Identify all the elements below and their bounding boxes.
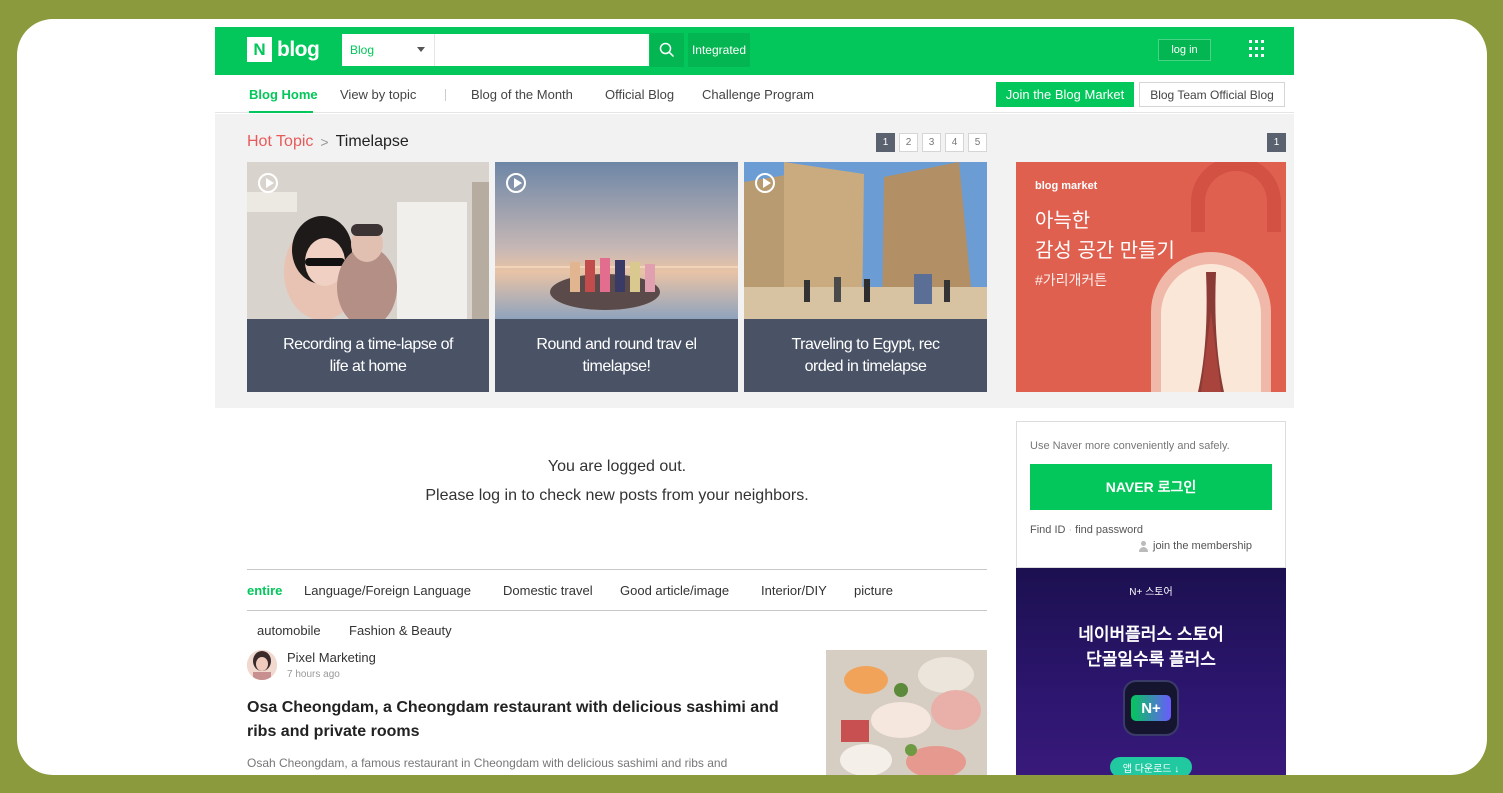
play-icon — [258, 173, 278, 193]
hot-topic-label[interactable]: Hot Topic — [247, 133, 313, 151]
logged-out-line-2: Please log in to check new posts from yo… — [425, 487, 809, 504]
browser-frame: N blog Blog Integrated log in Blog Home — [17, 19, 1487, 775]
ad-headline-2: 감성 공간 만들기 — [1035, 240, 1175, 262]
main-nav: Blog Home View by topic Blog of the Mont… — [215, 75, 1294, 113]
search-icon — [659, 42, 675, 58]
login-panel: Use Naver more conveniently and safely. … — [1016, 421, 1286, 568]
ad-brand-label: blog market — [1035, 180, 1098, 192]
blog-team-official-button[interactable]: Blog Team Official Blog — [1139, 82, 1285, 107]
category-domestic-travel[interactable]: Domestic travel — [503, 583, 593, 598]
avatar[interactable] — [247, 650, 277, 680]
logged-out-line-1: You are logged out. — [547, 458, 687, 475]
chevron-right-icon: > — [320, 134, 329, 150]
page-button-1[interactable]: 1 — [876, 133, 895, 152]
topic-card[interactable]: Recording a time-lapse of life at home — [247, 162, 489, 392]
chevron-down-icon — [417, 47, 425, 52]
store-app-icon: N+ — [1123, 680, 1179, 736]
separator-dot: · — [1068, 524, 1073, 536]
naver-plus-store-ad[interactable]: N+ 스토어 네이버플러스 스토어 단골일수록 플러스 N+ 앱 다운로드 ↓ — [1016, 568, 1286, 775]
join-membership-link[interactable]: join the membership — [1138, 540, 1252, 552]
hot-topic-pager: 1 2 3 4 5 — [876, 133, 987, 152]
nav-blog-of-month[interactable]: Blog of the Month — [471, 87, 573, 102]
store-headline-1: 네이버플러스 스토어 — [1078, 625, 1224, 644]
nav-view-by-topic[interactable]: View by topic — [340, 87, 416, 102]
play-icon — [506, 173, 526, 193]
hot-topic-name: Timelapse — [335, 133, 409, 150]
play-icon — [755, 173, 775, 193]
login-hint: Use Naver more conveniently and safely. — [1030, 440, 1230, 452]
logo-text: blog — [277, 37, 320, 61]
post-description[interactable]: Osah Cheongdam, a famous restaurant in C… — [247, 756, 792, 770]
category-entire[interactable]: entire — [247, 583, 282, 598]
topic-card[interactable]: Traveling to Egypt, rec orded in timelap… — [744, 162, 987, 392]
store-brand-label: N+ 스토어 — [1129, 587, 1173, 598]
naver-blog-logo[interactable]: N blog — [247, 37, 320, 62]
blog-market-ad[interactable]: blog market 아늑한 감성 공간 만들기 #가리개커튼 — [1016, 162, 1286, 392]
join-membership-label: join the membership — [1153, 540, 1253, 552]
sashimi-image — [826, 650, 987, 775]
nav-active-underline — [249, 111, 313, 113]
find-account-links: Find ID · find password — [1030, 524, 1143, 536]
category-automobile[interactable]: automobile — [257, 623, 321, 638]
category-fashion-beauty[interactable]: Fashion & Beauty — [349, 623, 452, 638]
page-button-3[interactable]: 3 — [922, 133, 941, 152]
nav-official-blog[interactable]: Official Blog — [605, 87, 674, 102]
search-box: Blog — [341, 33, 650, 67]
card-caption: Recording a time-lapse of life at home — [247, 319, 489, 392]
post-title[interactable]: Osa Cheongdam, a Cheongdam restaurant wi… — [247, 696, 792, 744]
category-good-article[interactable]: Good article/image — [620, 583, 729, 598]
search-input[interactable] — [436, 34, 646, 66]
card-caption: Round and round trav el timelapse! — [495, 319, 738, 392]
hot-topic-section: Hot Topic > Timelapse 1 2 3 4 5 1 Record… — [215, 114, 1294, 408]
login-button[interactable]: log in — [1158, 39, 1211, 61]
category-picture[interactable]: picture — [854, 583, 893, 598]
nav-challenge-program[interactable]: Challenge Program — [702, 87, 814, 102]
apps-grid-icon[interactable] — [1249, 40, 1267, 58]
post-thumbnail[interactable] — [826, 650, 987, 775]
avatar-image — [247, 650, 277, 680]
page-button-4[interactable]: 4 — [945, 133, 964, 152]
join-blog-market-button[interactable]: Join the Blog Market — [996, 82, 1134, 107]
store-headline-2: 단골일수록 플러스 — [1086, 650, 1216, 669]
app-download-button[interactable]: 앱 다운로드 ↓ — [1110, 757, 1192, 775]
topic-card[interactable]: Round and round trav el timelapse! — [495, 162, 738, 392]
search-scope-label: Blog — [350, 43, 375, 57]
category-language[interactable]: Language/Foreign Language — [304, 583, 471, 598]
logged-out-message: You are logged out. Please log in to che… — [247, 452, 987, 510]
nav-blog-home[interactable]: Blog Home — [249, 87, 318, 102]
blog-page: N blog Blog Integrated log in Blog Home — [215, 27, 1294, 775]
category-divider-top — [247, 569, 987, 570]
card-thumbnail — [744, 162, 987, 319]
integrated-search-button[interactable]: Integrated — [688, 33, 750, 67]
naver-login-button[interactable]: NAVER 로그인 — [1030, 464, 1272, 510]
nav-divider — [445, 89, 446, 101]
card-thumbnail — [247, 162, 489, 319]
page-button-5[interactable]: 5 — [968, 133, 987, 152]
category-interior-diy[interactable]: Interior/DIY — [761, 583, 827, 598]
person-icon — [1138, 540, 1149, 552]
post-time: 7 hours ago — [287, 669, 340, 680]
category-divider-bottom — [247, 610, 987, 611]
top-header: N blog Blog Integrated log in — [215, 27, 1294, 75]
search-button[interactable] — [650, 33, 684, 67]
ad-headline-1: 아늑한 — [1035, 210, 1091, 232]
card-thumbnail — [495, 162, 738, 319]
ad-page-indicator[interactable]: 1 — [1267, 133, 1286, 152]
ad-hashtag: #가리개커튼 — [1035, 272, 1108, 288]
hot-topic-heading: Hot Topic > Timelapse — [247, 133, 409, 151]
search-scope-select[interactable]: Blog — [342, 34, 435, 66]
find-password-link[interactable]: find password — [1075, 524, 1143, 536]
find-id-link[interactable]: Find ID — [1030, 524, 1065, 536]
card-caption: Traveling to Egypt, rec orded in timelap… — [744, 319, 987, 392]
naver-n-icon: N — [247, 37, 272, 62]
post-author[interactable]: Pixel Marketing — [287, 650, 376, 665]
store-app-label: N+ — [1131, 695, 1171, 721]
page-button-2[interactable]: 2 — [899, 133, 918, 152]
